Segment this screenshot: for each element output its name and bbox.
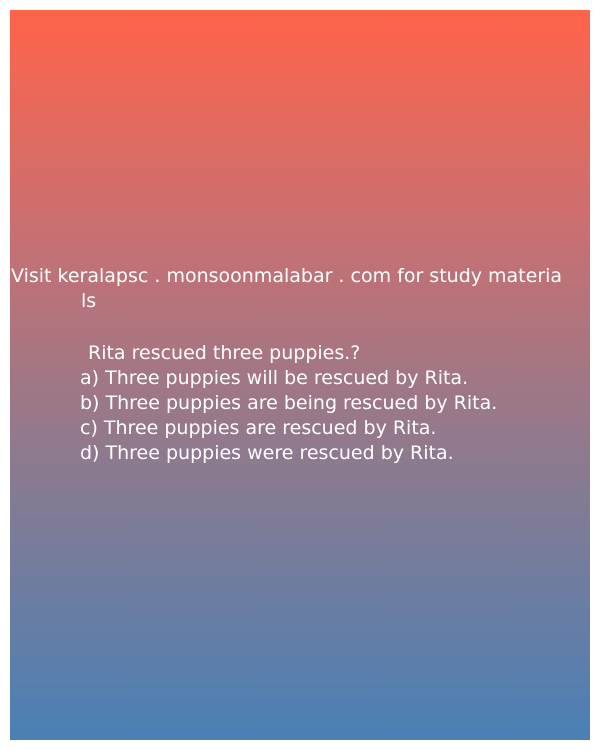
promo-text: Visit keralapsc . monsoonmalabar . com f… bbox=[11, 264, 590, 314]
question-card: Visit keralapsc . monsoonmalabar . com f… bbox=[10, 10, 590, 740]
question-text: Rita rescued three puppies.? bbox=[88, 342, 361, 364]
option-b: b) Three puppies are being rescued by Ri… bbox=[80, 392, 498, 414]
promo-line-2: ls bbox=[81, 290, 97, 312]
promo-line-1: Visit keralapsc . monsoonmalabar . com f… bbox=[11, 265, 563, 287]
option-a: a) Three puppies will be rescued by Rita… bbox=[80, 367, 469, 389]
answer-options: a) Three puppies will be rescued by Rita… bbox=[80, 366, 497, 466]
option-c: c) Three puppies are rescued by Rita. bbox=[80, 417, 437, 439]
option-d: d) Three puppies were rescued by Rita. bbox=[80, 442, 454, 464]
